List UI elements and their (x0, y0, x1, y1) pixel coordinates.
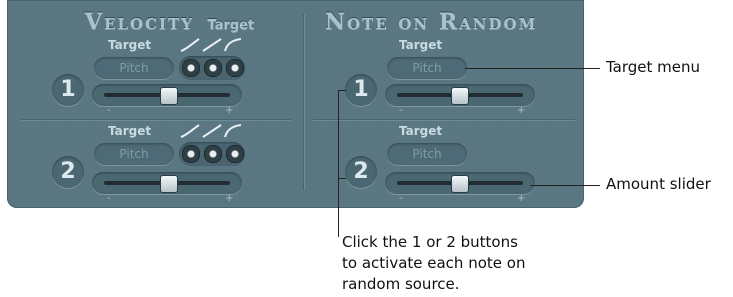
random-1-slider-thumb[interactable] (451, 87, 469, 105)
random-2-amount-slider[interactable] (385, 172, 535, 194)
velocity-1-minus: - (107, 105, 111, 116)
random-2-plus: + (517, 193, 526, 204)
random-row-divider (313, 119, 575, 120)
velocity-2-plus: + (225, 193, 234, 204)
random-2-button[interactable]: 2 (345, 156, 377, 188)
velocity-2-curve-radio-2[interactable] (204, 145, 222, 163)
velocity-1-target-menu[interactable]: Pitch (94, 57, 174, 79)
velocity-2-amount-slider[interactable] (92, 172, 242, 194)
section-divider (303, 14, 304, 190)
target-menu-callout: Target menu (606, 58, 701, 76)
buttons-callout-line-2: to activate each note on (342, 254, 526, 272)
random-2-target-label: Target (399, 124, 443, 138)
random-1-target-label: Target (399, 38, 443, 52)
velocity-title: Velocity (85, 9, 194, 35)
buttons-leader-tick-2 (338, 178, 346, 179)
velocity-2-button[interactable]: 2 (52, 156, 84, 188)
random-1-plus: + (517, 105, 526, 116)
velocity-2-slider-thumb[interactable] (160, 175, 178, 193)
velocity-1-curve-radio-2[interactable] (204, 59, 222, 77)
velocity-2-target-menu[interactable]: Pitch (94, 143, 174, 165)
velocity-1-curve-radio-3[interactable] (226, 59, 244, 77)
buttons-callout: Click the 1 or 2 buttons to activate eac… (342, 232, 732, 295)
velocity-2-target-label: Target (108, 124, 152, 138)
velocity-1-slider-thumb[interactable] (160, 87, 178, 105)
velocity-1-plus: + (225, 105, 234, 116)
note-on-random-title: Note on Random (325, 9, 538, 35)
velocity-target-label: Target (207, 18, 255, 33)
random-2-minus: - (399, 193, 403, 204)
target-menu-leader-line (465, 68, 600, 69)
buttons-leader-tick-1 (338, 90, 346, 91)
buttons-callout-line-3: random source. (342, 275, 460, 293)
buttons-callout-line-1: Click the 1 or 2 buttons (342, 233, 518, 251)
velocity-1-button[interactable]: 1 (52, 74, 84, 106)
velocity-2-curve-icons (180, 124, 242, 138)
modulation-panel: Velocity Target Note on Random Target Pi… (7, 0, 584, 208)
velocity-1-amount-slider[interactable] (92, 84, 242, 106)
velocity-1-curve-icons (180, 38, 242, 52)
velocity-2-curve-selector[interactable] (179, 142, 245, 166)
random-1-target-menu[interactable]: Pitch (387, 57, 467, 79)
velocity-row-divider (21, 119, 291, 120)
velocity-2-minus: - (107, 193, 111, 204)
velocity-2-curve-radio-1[interactable] (182, 145, 200, 163)
random-1-button[interactable]: 1 (345, 74, 377, 106)
random-2-slider-thumb[interactable] (451, 175, 469, 193)
note-on-random-header: Note on Random (325, 9, 537, 35)
buttons-leader-line (338, 90, 339, 237)
velocity-header: Velocity Target (85, 9, 254, 35)
amount-slider-leader-line (530, 185, 600, 186)
random-1-minus: - (399, 105, 403, 116)
random-1-amount-slider[interactable] (385, 84, 535, 106)
amount-slider-callout: Amount slider (606, 175, 711, 193)
velocity-1-target-label: Target (108, 38, 152, 52)
random-2-target-menu[interactable]: Pitch (387, 143, 467, 165)
velocity-1-curve-radio-1[interactable] (182, 59, 200, 77)
velocity-2-curve-radio-3[interactable] (226, 145, 244, 163)
velocity-1-curve-selector[interactable] (179, 56, 245, 80)
